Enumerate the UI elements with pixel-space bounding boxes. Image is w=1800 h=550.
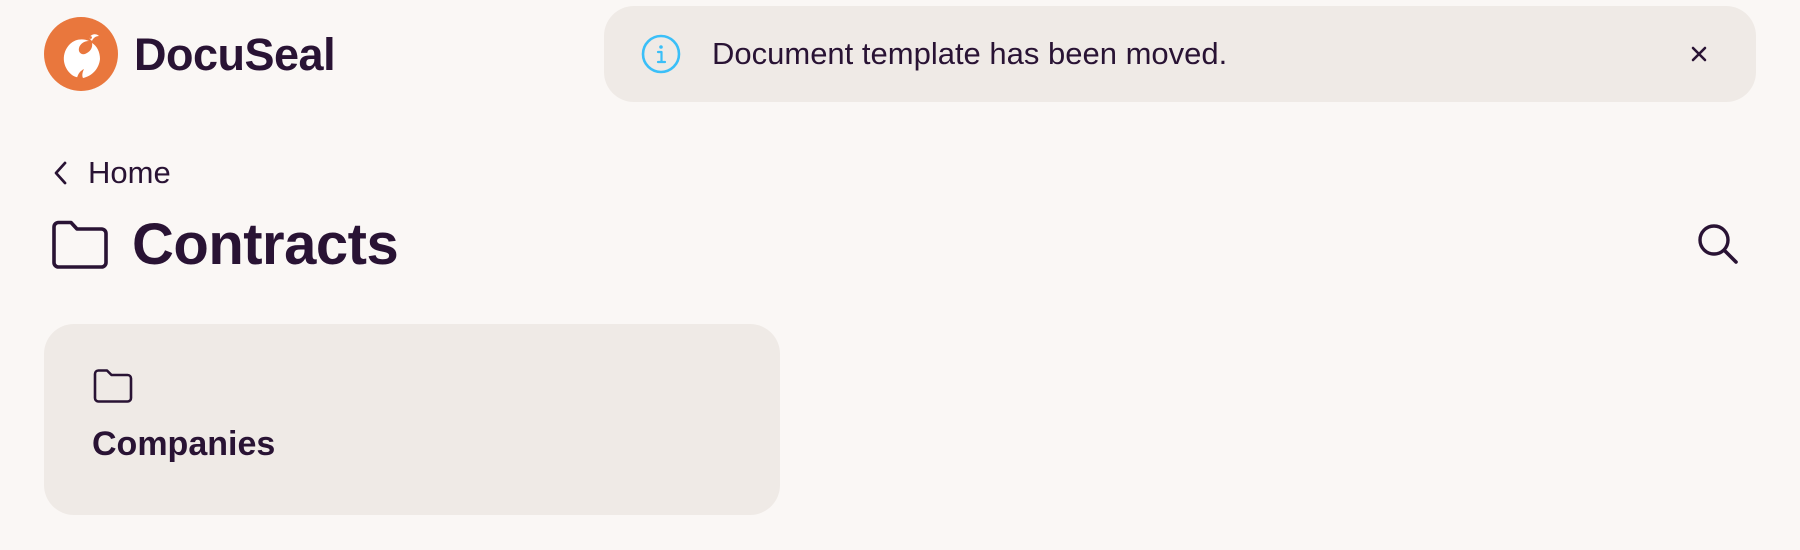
toast-message: Document template has been moved. bbox=[712, 36, 1228, 71]
folder-name: Companies bbox=[92, 425, 276, 463]
search-icon bbox=[1698, 224, 1738, 264]
search-button[interactable] bbox=[1694, 220, 1742, 268]
folder-icon bbox=[93, 369, 133, 403]
folder-icon bbox=[52, 220, 108, 269]
brand-name: DocuSeal bbox=[134, 28, 336, 80]
close-icon bbox=[1691, 46, 1707, 62]
breadcrumb-home-link[interactable]: Home bbox=[52, 152, 171, 194]
toast-notification: Document template has been moved. bbox=[604, 6, 1756, 102]
folder-card-companies[interactable]: Companies bbox=[44, 324, 780, 515]
page-title: Contracts bbox=[132, 212, 399, 277]
breadcrumb-label: Home bbox=[88, 155, 171, 190]
info-icon bbox=[641, 34, 681, 74]
toast-close-button[interactable] bbox=[1682, 37, 1716, 71]
chevron-left-icon bbox=[54, 161, 67, 185]
docuseal-logo bbox=[44, 17, 118, 91]
brand-link[interactable]: DocuSeal bbox=[44, 17, 336, 91]
page-heading: Contracts bbox=[50, 210, 399, 280]
